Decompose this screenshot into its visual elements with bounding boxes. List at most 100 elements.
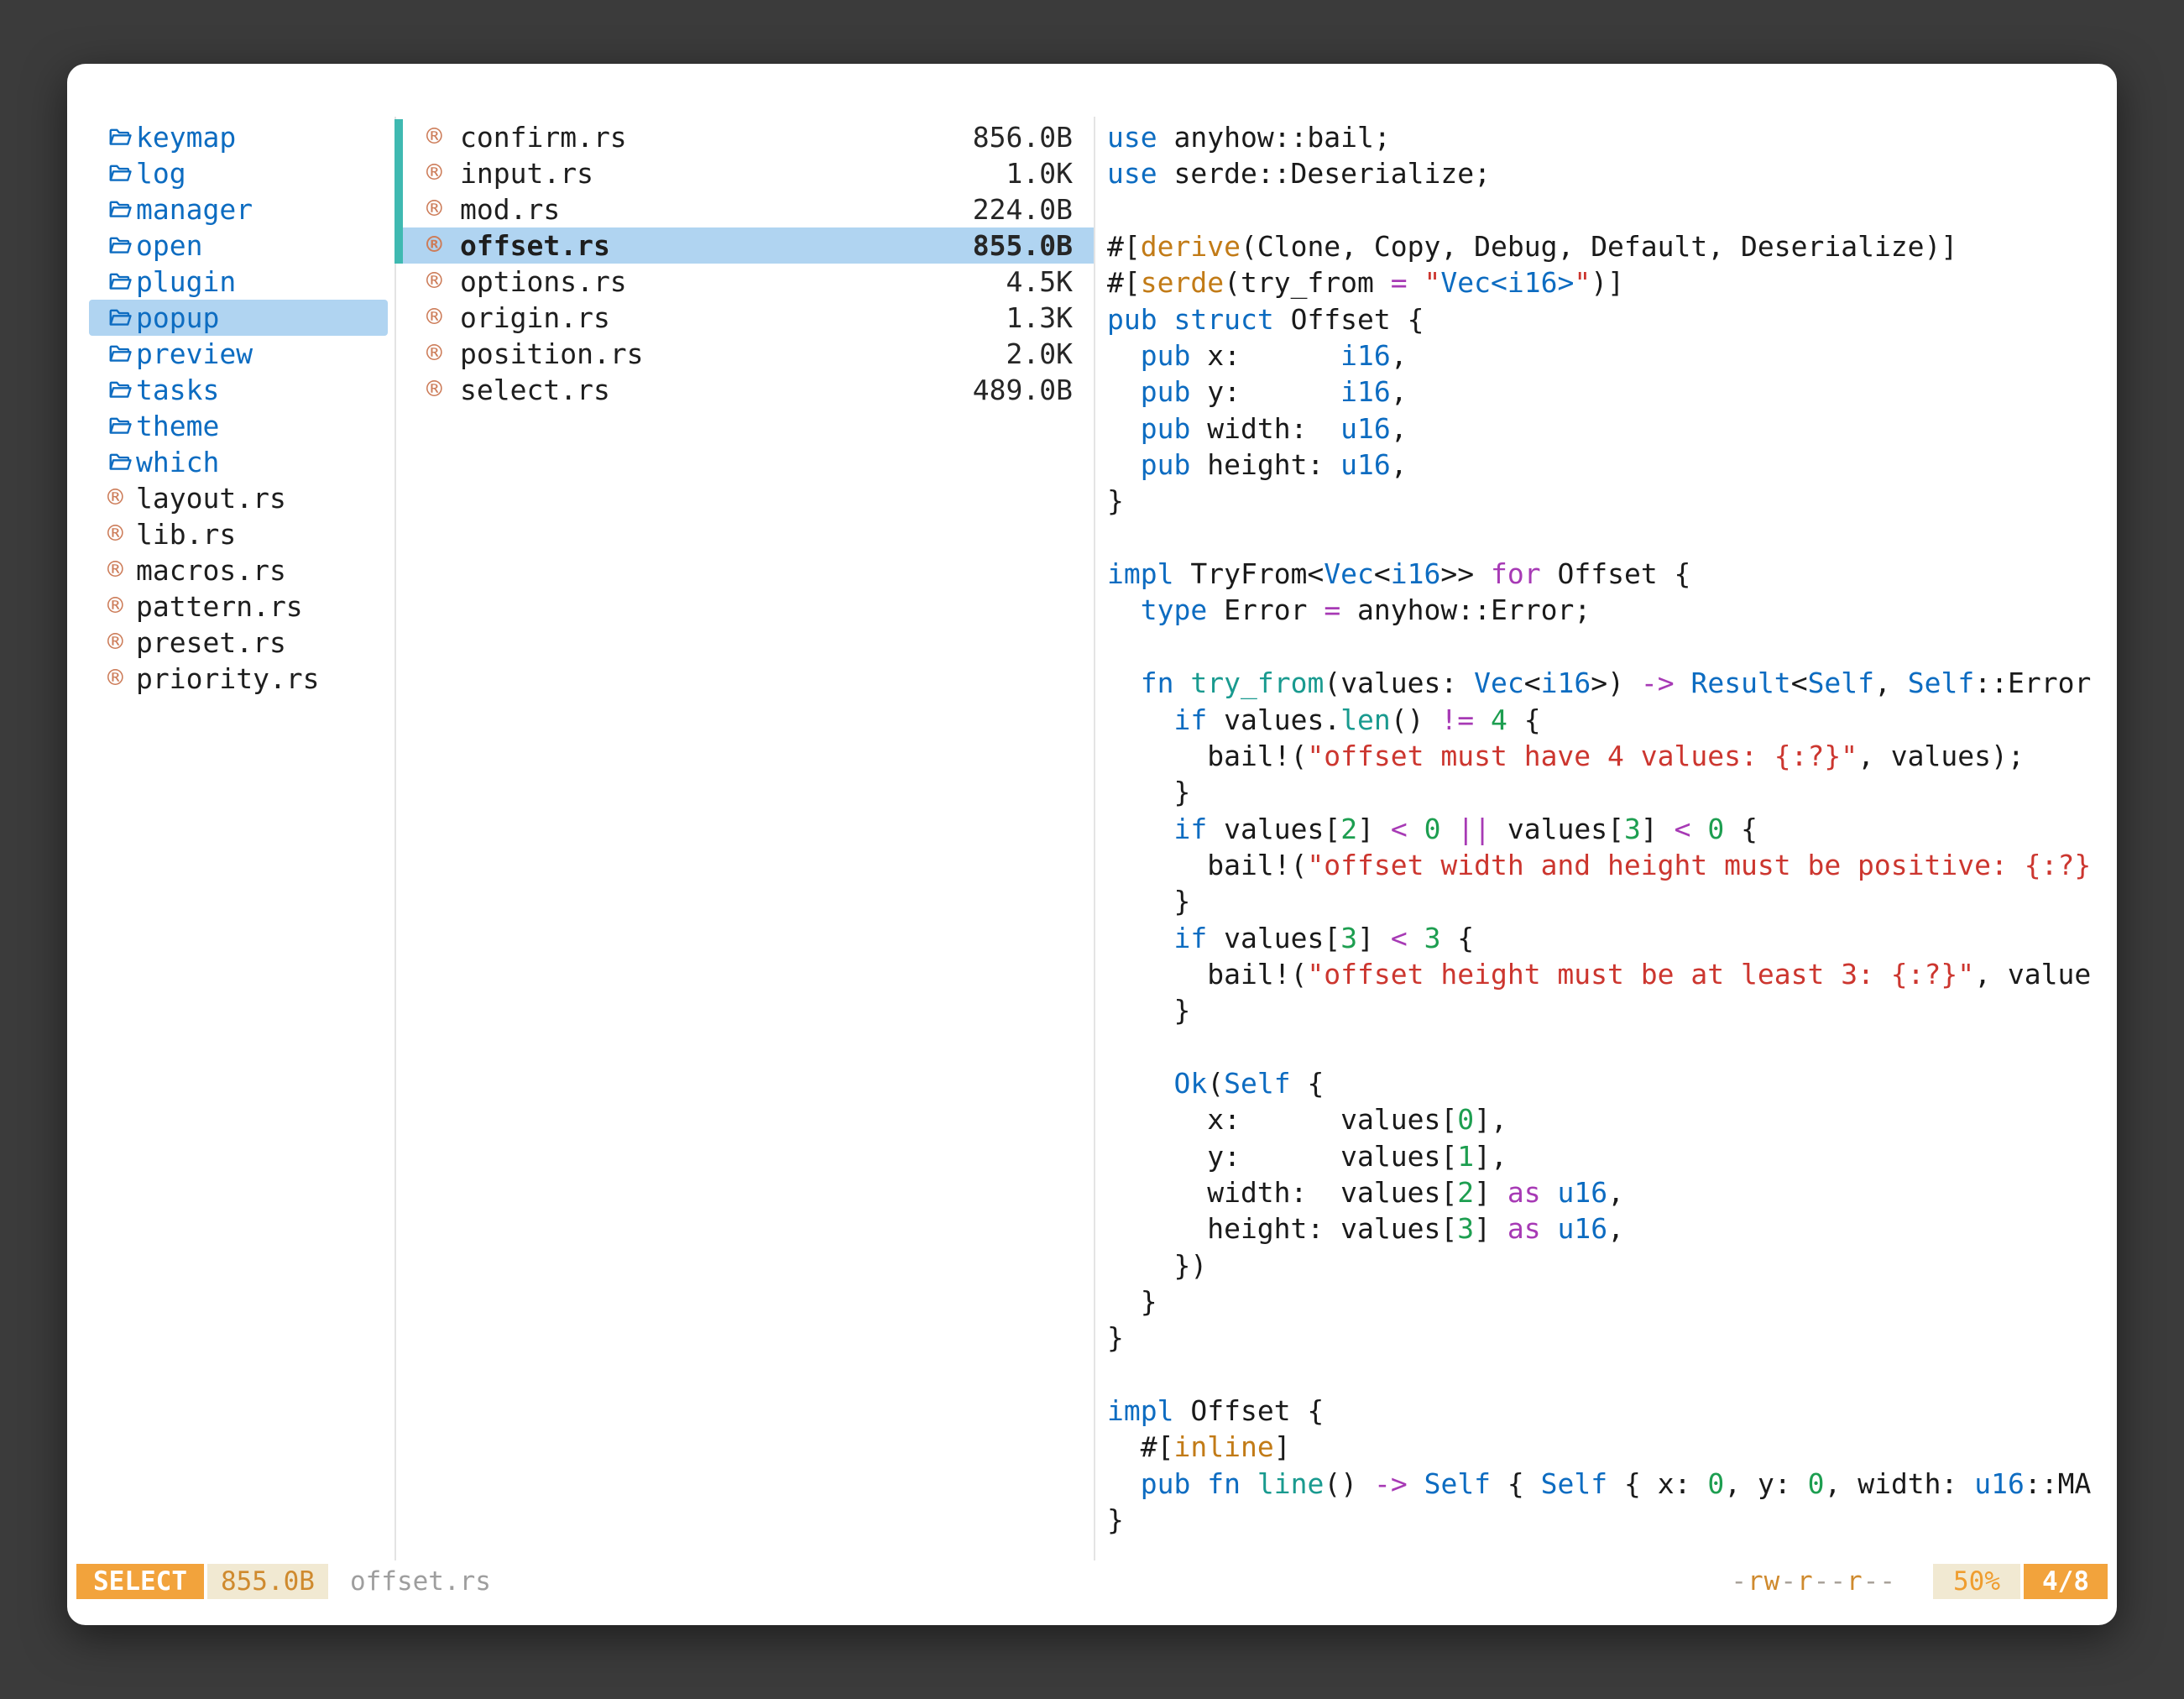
code-line: height: values[3] as u16, [1107, 1210, 2111, 1247]
code-line: type Error = anyhow::Error; [1107, 592, 2111, 628]
code-line: bail!("offset must have 4 values: {:?}",… [1107, 738, 2111, 774]
code-line: } [1107, 883, 2111, 919]
rust-file-icon: ® [426, 233, 442, 259]
list-item[interactable]: ® priority.rs [89, 661, 388, 697]
file-row[interactable]: ® confirm.rs 856.0B [403, 119, 1094, 155]
code-line: Ok(Self { [1107, 1065, 2111, 1101]
file-size: 489.0B [973, 374, 1073, 406]
list-item[interactable]: ® which [89, 444, 388, 480]
item-name: theme [136, 410, 219, 442]
code-line [1107, 192, 2111, 228]
list-item[interactable]: ® preview [89, 336, 388, 372]
item-name: layout.rs [136, 482, 286, 515]
folder-icon [107, 198, 133, 222]
permission-char: - [1780, 1566, 1797, 1597]
code-line: } [1107, 483, 2111, 519]
list-item[interactable]: ® keymap [89, 119, 388, 155]
item-name: tasks [136, 374, 219, 406]
list-item[interactable]: ® theme [89, 408, 388, 444]
file-row[interactable]: ® offset.rs 855.0B [403, 227, 1094, 264]
file-name: offset.rs [460, 229, 610, 262]
rust-file-icon: ® [107, 630, 123, 656]
code-line: if values[3] < 3 { [1107, 920, 2111, 956]
item-name: popup [136, 301, 219, 334]
permission-char: r [1847, 1566, 1863, 1597]
code-line: pub x: i16, [1107, 337, 2111, 374]
list-item[interactable]: ® open [89, 227, 388, 264]
rust-file-icon: ® [107, 485, 123, 511]
item-name: manager [136, 193, 253, 226]
code-line: }) [1107, 1247, 2111, 1283]
code-line: pub y: i16, [1107, 374, 2111, 410]
code-line: #[inline] [1107, 1429, 2111, 1465]
code-line: bail!("offset height must be at least 3:… [1107, 956, 2111, 992]
file-name: select.rs [460, 374, 610, 406]
list-item[interactable]: ® tasks [89, 372, 388, 408]
list-item[interactable]: ® pattern.rs [89, 588, 388, 625]
code-line: use serde::Deserialize; [1107, 155, 2111, 191]
list-item[interactable]: ® popup [89, 300, 388, 336]
file-size: 2.0K [1006, 337, 1073, 370]
file-size: 4.5K [1006, 265, 1073, 298]
status-filename: offset.rs [350, 1566, 491, 1597]
parent-pane[interactable]: ® keymap ® log [89, 119, 388, 697]
rust-file-icon: ® [426, 269, 442, 295]
code-line: pub fn line() -> Self { Self { x: 0, y: … [1107, 1466, 2111, 1502]
file-name: mod.rs [460, 193, 560, 226]
list-item[interactable]: ® manager [89, 191, 388, 227]
list-item[interactable]: ® log [89, 155, 388, 191]
code-line: fn try_from(values: Vec<i16>) -> Result<… [1107, 665, 2111, 701]
list-item[interactable]: ® preset.rs [89, 625, 388, 661]
item-name: pattern.rs [136, 590, 303, 623]
rust-file-icon: ® [426, 124, 442, 150]
file-permissions: -rw-r--r-- [1731, 1566, 1896, 1597]
item-name: which [136, 446, 219, 478]
list-item[interactable]: ® macros.rs [89, 552, 388, 588]
code-line: use anyhow::bail; [1107, 119, 2111, 155]
current-pane[interactable]: ® confirm.rs 856.0B ® input.rs 1.0K [403, 119, 1094, 408]
file-row[interactable]: ® options.rs 4.5K [403, 264, 1094, 300]
file-size: 855.0B [973, 229, 1073, 262]
file-name: input.rs [460, 157, 593, 190]
code-line: pub struct Offset { [1107, 301, 2111, 337]
folder-icon [107, 126, 133, 149]
item-name: plugin [136, 265, 236, 298]
code-line: bail!("offset width and height must be p… [1107, 847, 2111, 883]
file-row[interactable]: ® position.rs 2.0K [403, 336, 1094, 372]
preview-pane[interactable]: use anyhow::bail;use serde::Deserialize;… [1107, 119, 2111, 1538]
status-bar: SELECT 855.0B offset.rs -rw-r--r-- 50% 4… [76, 1563, 2108, 1600]
code-line: pub width: u16, [1107, 410, 2111, 447]
scroll-percent-badge: 50% [1933, 1564, 2020, 1599]
rust-file-icon: ® [107, 593, 123, 619]
code-line: impl TryFrom<Vec<i16>> for Offset { [1107, 556, 2111, 592]
file-size: 1.3K [1006, 301, 1073, 334]
file-manager-window: ® keymap ® log [67, 64, 2117, 1625]
mode-badge: SELECT [76, 1564, 204, 1599]
file-row[interactable]: ® input.rs 1.0K [403, 155, 1094, 191]
permission-char: rw [1748, 1566, 1780, 1597]
folder-icon [107, 379, 133, 402]
file-size: 1.0K [1006, 157, 1073, 190]
file-row[interactable]: ® select.rs 489.0B [403, 372, 1094, 408]
folder-icon [107, 234, 133, 258]
item-name: open [136, 229, 202, 262]
code-line: pub height: u16, [1107, 447, 2111, 483]
item-name: log [136, 157, 186, 190]
file-name: position.rs [460, 337, 644, 370]
item-name: keymap [136, 121, 236, 154]
list-item[interactable]: ® layout.rs [89, 480, 388, 516]
list-item[interactable]: ® plugin [89, 264, 388, 300]
code-line [1107, 1029, 2111, 1065]
file-name: confirm.rs [460, 121, 627, 154]
code-line: if values.len() != 4 { [1107, 702, 2111, 738]
code-line: width: values[2] as u16, [1107, 1174, 2111, 1210]
code-line: } [1107, 774, 2111, 810]
code-line: x: values[0], [1107, 1101, 2111, 1137]
permission-char: -- [1863, 1566, 1896, 1597]
file-row[interactable]: ® mod.rs 224.0B [403, 191, 1094, 227]
item-name: preset.rs [136, 626, 286, 659]
list-item[interactable]: ® lib.rs [89, 516, 388, 552]
pane-separator [1094, 117, 1095, 1560]
file-row[interactable]: ® origin.rs 1.3K [403, 300, 1094, 336]
folder-icon [107, 415, 133, 438]
